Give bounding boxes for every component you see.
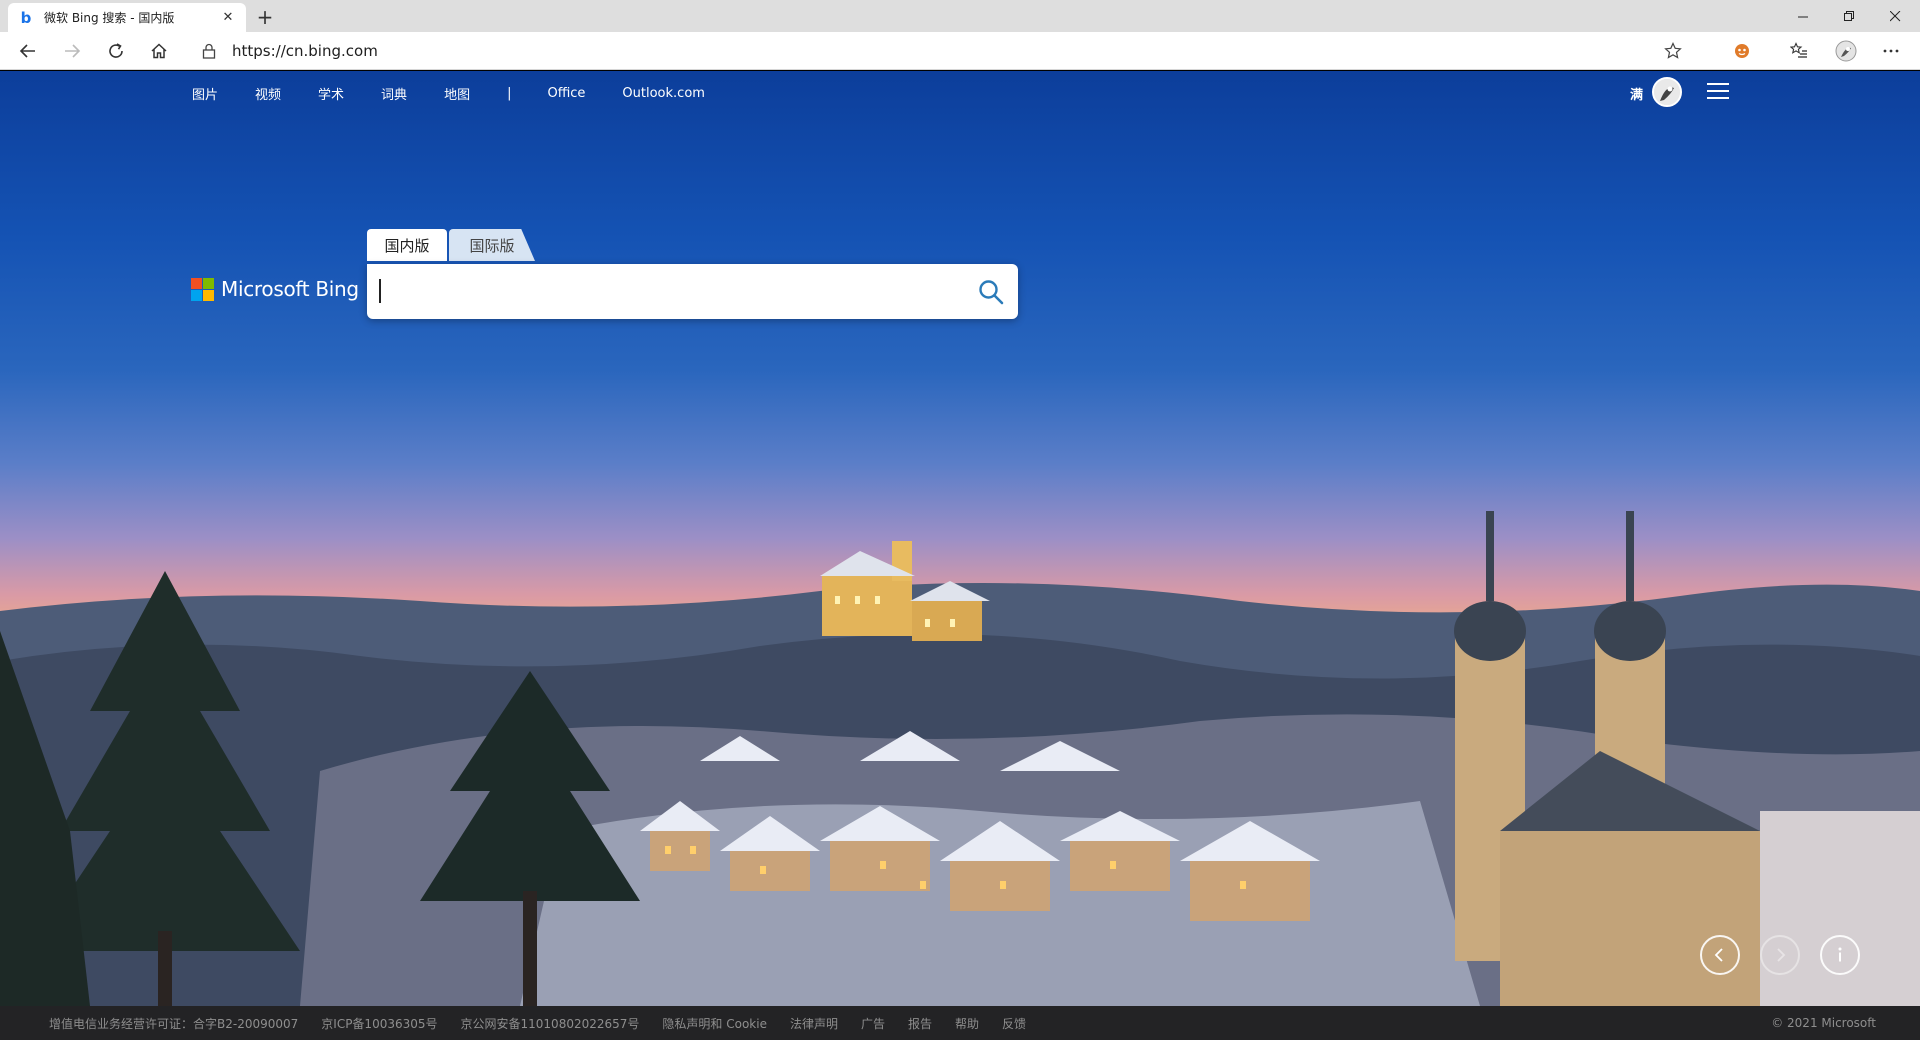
previous-image-button[interactable] bbox=[1700, 935, 1740, 975]
next-image-button[interactable] bbox=[1760, 935, 1800, 975]
tab-domestic[interactable]: 国内版 bbox=[367, 229, 447, 261]
nav-outlook[interactable]: Outlook.com bbox=[622, 86, 705, 101]
more-horizontal-icon bbox=[1883, 49, 1899, 53]
tab-international[interactable]: 国际版 bbox=[449, 229, 535, 261]
bing-homepage: 图片 视频 学术 词典 地图 | Office Outlook.com 满 Mi… bbox=[0, 71, 1920, 1006]
refresh-icon bbox=[109, 43, 123, 58]
address-bar[interactable]: https://cn.bing.com bbox=[188, 35, 1688, 67]
browser-toolbar: https://cn.bing.com bbox=[0, 32, 1920, 70]
nav-maps[interactable]: 地图 bbox=[444, 84, 470, 103]
hamburger-icon-line bbox=[1707, 97, 1729, 99]
footer-links: 增值电信业务经营许可证：合字B2-20090007 京ICP备10036305号… bbox=[49, 1015, 1049, 1032]
avatar[interactable] bbox=[1652, 77, 1682, 107]
nav-images[interactable]: 图片 bbox=[192, 84, 218, 103]
nav-videos[interactable]: 视频 bbox=[255, 84, 281, 103]
tab-title: 微软 Bing 搜索 - 国内版 bbox=[44, 11, 175, 25]
profile-avatar-icon bbox=[1835, 40, 1857, 62]
search-input[interactable] bbox=[381, 274, 941, 308]
microsoft-bing-logo[interactable]: Microsoft Bing bbox=[191, 277, 359, 301]
nav-academic[interactable]: 学术 bbox=[318, 84, 344, 103]
close-window-button[interactable] bbox=[1872, 0, 1918, 32]
nav-office[interactable]: Office bbox=[547, 86, 585, 101]
extension-button[interactable] bbox=[1726, 35, 1758, 67]
refresh-button[interactable] bbox=[100, 35, 132, 67]
footer: 增值电信业务经营许可证：合字B2-20090007 京ICP备10036305号… bbox=[0, 1006, 1920, 1040]
footer-legal[interactable]: 法律声明 bbox=[790, 1015, 838, 1032]
info-icon bbox=[1838, 947, 1842, 962]
top-nav: 图片 视频 学术 词典 地图 | Office Outlook.com bbox=[192, 83, 742, 103]
footer-help[interactable]: 帮助 bbox=[955, 1015, 979, 1032]
minimize-icon bbox=[1797, 16, 1808, 17]
footer-report[interactable]: 报告 bbox=[908, 1015, 932, 1032]
background-image bbox=[0, 511, 1920, 1006]
extension-icon bbox=[1735, 44, 1749, 58]
favorite-star-icon[interactable] bbox=[1664, 42, 1682, 60]
menu-button[interactable] bbox=[1707, 83, 1729, 101]
arrow-right-icon bbox=[65, 44, 81, 58]
tab-close-icon[interactable]: ✕ bbox=[220, 10, 236, 26]
microsoft-logo-icon bbox=[191, 277, 214, 301]
footer-license[interactable]: 增值电信业务经营许可证：合字B2-20090007 bbox=[49, 1015, 298, 1032]
footer-icp[interactable]: 京ICP备10036305号 bbox=[321, 1015, 437, 1032]
logo-text: Microsoft Bing bbox=[221, 277, 359, 301]
lock-icon bbox=[202, 43, 216, 59]
footer-ads[interactable]: 广告 bbox=[861, 1015, 885, 1032]
minimize-button[interactable] bbox=[1780, 0, 1826, 32]
browser-tab[interactable]: b 微软 Bing 搜索 - 国内版 ✕ bbox=[8, 3, 246, 32]
nav-dictionary[interactable]: 词典 bbox=[381, 84, 407, 103]
footer-privacy[interactable]: 隐私声明和 Cookie bbox=[662, 1015, 767, 1032]
collections-button[interactable] bbox=[1783, 35, 1815, 67]
footer-feedback[interactable]: 反馈 bbox=[1002, 1015, 1026, 1032]
restore-button[interactable] bbox=[1826, 0, 1872, 32]
copyright: © 2021 Microsoft bbox=[1771, 1016, 1876, 1030]
search-box bbox=[367, 264, 1018, 319]
back-button[interactable] bbox=[12, 35, 44, 67]
close-icon bbox=[1889, 10, 1900, 21]
profile-button[interactable] bbox=[1830, 35, 1862, 67]
chevron-right-icon bbox=[1777, 948, 1786, 962]
nav-separator: | bbox=[507, 85, 512, 101]
footer-police-record[interactable]: 京公网安备11010802022657号 bbox=[461, 1015, 640, 1032]
search-button[interactable] bbox=[974, 275, 1008, 309]
home-icon bbox=[151, 43, 167, 59]
forward-button[interactable] bbox=[56, 35, 88, 67]
settings-more-button[interactable] bbox=[1875, 35, 1907, 67]
home-button[interactable] bbox=[143, 35, 175, 67]
user-avatar-icon bbox=[1654, 79, 1680, 105]
new-tab-button[interactable]: + bbox=[252, 4, 278, 30]
image-info-button[interactable] bbox=[1820, 935, 1860, 975]
url-text[interactable]: https://cn.bing.com bbox=[232, 42, 378, 60]
browser-tab-bar: b 微软 Bing 搜索 - 国内版 ✕ + bbox=[0, 0, 1920, 32]
hamburger-icon-line bbox=[1707, 83, 1729, 85]
hamburger-icon-line bbox=[1707, 90, 1729, 92]
arrow-left-icon bbox=[19, 44, 35, 58]
restore-icon bbox=[1843, 10, 1854, 21]
chevron-left-icon bbox=[1714, 948, 1723, 962]
bing-favicon-icon: b bbox=[20, 8, 32, 27]
search-icon bbox=[979, 280, 1004, 305]
user-name[interactable]: 满 bbox=[1630, 84, 1643, 103]
favorites-list-icon bbox=[1790, 42, 1807, 58]
